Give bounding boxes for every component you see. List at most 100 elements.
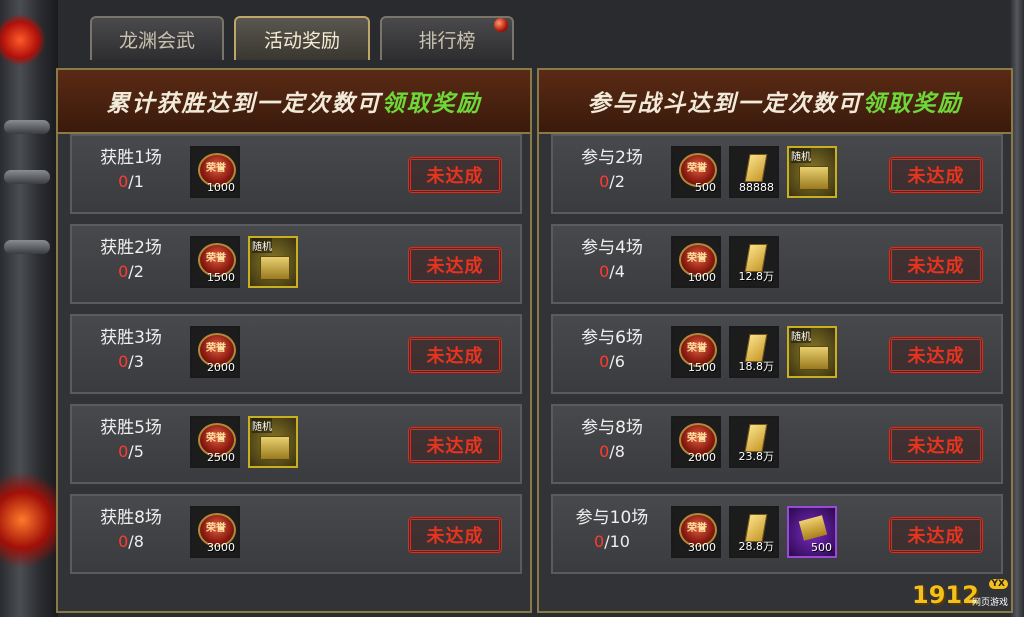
item-quantity: 3000 <box>688 541 716 554</box>
item-quantity: 28.8万 <box>738 540 775 553</box>
medal-glyph: 荣誉 <box>687 163 707 174</box>
reward-row: 参与6场 0/6 荣誉 1500 18.8万 随机 未达成 <box>551 314 1003 394</box>
item-quantity: 1000 <box>207 181 235 194</box>
medal-reward-icon[interactable]: 荣誉 2000 <box>671 416 721 468</box>
notification-dot-icon <box>494 18 508 32</box>
reward-row: 参与10场 0/10 荣誉 3000 28.8万 500 未达成 <box>551 494 1003 574</box>
panel-win-rewards: 累计获胜达到一定次数可 领取奖励 获胜1场 0/1 荣誉 1000 未达成 获胜2场 0/2 荣… <box>56 68 532 613</box>
medal-reward-icon[interactable]: 荣誉 2000 <box>190 326 240 378</box>
panel-title-text: 参与战斗达到一定次数可 <box>587 90 863 117</box>
progress-total: /8 <box>609 442 625 461</box>
medal-glyph: 荣誉 <box>687 343 707 354</box>
site-logo: 1912 YX 网页游戏 <box>912 577 1008 611</box>
medal-reward-icon[interactable]: 荣誉 3000 <box>190 506 240 558</box>
not-achieved-button[interactable]: 未达成 <box>889 337 983 373</box>
dragon-pillar-decoration <box>0 0 58 617</box>
medal-glyph: 荣誉 <box>206 343 226 354</box>
panel-title: 累计获胜达到一定次数可 领取奖励 <box>58 70 530 134</box>
reward-row: 获胜8场 0/8 荣誉 3000 未达成 <box>70 494 522 574</box>
pillar-ring <box>4 240 50 254</box>
ticket-reward-icon[interactable]: 88888 <box>729 146 779 198</box>
item-quantity: 1500 <box>688 361 716 374</box>
item-quantity: 18.8万 <box>738 360 775 373</box>
reward-condition-label: 获胜3场 <box>100 328 162 348</box>
chest-reward-icon[interactable]: 随机 <box>248 236 298 288</box>
tab-label: 排行榜 <box>418 29 476 52</box>
medal-glyph: 荣誉 <box>687 523 707 534</box>
progress-current: 0 <box>599 262 610 281</box>
progress-counter: 0/5 <box>72 442 190 461</box>
not-achieved-button[interactable]: 未达成 <box>408 157 502 193</box>
progress-current: 0 <box>118 442 129 461</box>
progress-total: /10 <box>604 532 630 551</box>
medal-reward-icon[interactable]: 荣誉 2500 <box>190 416 240 468</box>
scroll-reward-icon[interactable]: 500 <box>787 506 837 558</box>
reward-row: 获胜1场 0/1 荣誉 1000 未达成 <box>70 134 522 214</box>
progress-counter: 0/6 <box>553 352 671 371</box>
not-achieved-button[interactable]: 未达成 <box>889 157 983 193</box>
ticket-reward-icon[interactable]: 12.8万 <box>729 236 779 288</box>
panel-title-highlight: 领取奖励 <box>381 90 482 117</box>
progress-current: 0 <box>594 532 605 551</box>
progress-total: /3 <box>128 352 144 371</box>
tab-longyuan-huiwu[interactable]: 龙渊会武 <box>90 16 224 60</box>
medal-reward-icon[interactable]: 荣誉 500 <box>671 146 721 198</box>
medal-reward-icon[interactable]: 荣誉 3000 <box>671 506 721 558</box>
medal-reward-icon[interactable]: 荣誉 1000 <box>671 236 721 288</box>
tab-leaderboard[interactable]: 排行榜 <box>380 16 514 60</box>
progress-counter: 0/2 <box>553 172 671 191</box>
reward-condition-label: 参与4场 <box>581 238 643 258</box>
item-quantity: 500 <box>695 181 716 194</box>
reward-row: 参与4场 0/4 荣誉 1000 12.8万 未达成 <box>551 224 1003 304</box>
reward-row: 获胜5场 0/5 荣誉 2500 随机 未达成 <box>70 404 522 484</box>
ticket-reward-icon[interactable]: 18.8万 <box>729 326 779 378</box>
reward-row: 获胜3场 0/3 荣誉 2000 未达成 <box>70 314 522 394</box>
not-achieved-button[interactable]: 未达成 <box>408 517 502 553</box>
progress-current: 0 <box>118 532 129 551</box>
medal-reward-icon[interactable]: 荣誉 1000 <box>190 146 240 198</box>
progress-counter: 0/4 <box>553 262 671 281</box>
not-achieved-button[interactable]: 未达成 <box>889 517 983 553</box>
progress-counter: 0/8 <box>72 532 190 551</box>
ticket-reward-icon[interactable]: 28.8万 <box>729 506 779 558</box>
progress-total: /2 <box>128 262 144 281</box>
item-quantity: 500 <box>811 541 832 554</box>
progress-current: 0 <box>599 352 610 371</box>
ticket-reward-icon[interactable]: 23.8万 <box>729 416 779 468</box>
item-quantity: 2500 <box>207 451 235 464</box>
logo-number: 1912 <box>912 581 979 609</box>
not-achieved-button[interactable]: 未达成 <box>889 247 983 283</box>
medal-glyph: 荣誉 <box>687 253 707 264</box>
tab-activity-rewards[interactable]: 活动奖励 <box>234 16 370 60</box>
progress-total: /4 <box>609 262 625 281</box>
reward-row: 获胜2场 0/2 荣誉 1500 随机 未达成 <box>70 224 522 304</box>
progress-current: 0 <box>599 172 610 191</box>
item-quantity: 1000 <box>688 271 716 284</box>
panel-title-highlight: 领取奖励 <box>862 90 963 117</box>
chest-reward-icon[interactable]: 随机 <box>248 416 298 468</box>
progress-counter: 0/10 <box>553 532 671 551</box>
panel-title-text: 累计获胜达到一定次数可 <box>106 90 382 117</box>
medal-glyph: 荣誉 <box>206 523 226 534</box>
not-achieved-button[interactable]: 未达成 <box>889 427 983 463</box>
medal-glyph: 荣誉 <box>206 253 226 264</box>
progress-counter: 0/1 <box>72 172 190 191</box>
progress-total: /1 <box>128 172 144 191</box>
logo-badge: YX <box>988 579 1008 589</box>
not-achieved-button[interactable]: 未达成 <box>408 337 502 373</box>
medal-reward-icon[interactable]: 荣誉 1500 <box>671 326 721 378</box>
medal-reward-icon[interactable]: 荣誉 1500 <box>190 236 240 288</box>
item-quantity: 3000 <box>207 541 235 554</box>
reward-condition-label: 参与2场 <box>581 148 643 168</box>
not-achieved-button[interactable]: 未达成 <box>408 427 502 463</box>
progress-total: /6 <box>609 352 625 371</box>
not-achieved-button[interactable]: 未达成 <box>408 247 502 283</box>
reward-condition-label: 获胜5场 <box>100 418 162 438</box>
progress-current: 0 <box>118 352 129 371</box>
panel-participation-rewards: 参与战斗达到一定次数可 领取奖励 参与2场 0/2 荣誉 500 88888 随机 未达成 参与… <box>537 68 1013 613</box>
progress-current: 0 <box>599 442 610 461</box>
reward-condition-label: 获胜8场 <box>100 508 162 528</box>
chest-reward-icon[interactable]: 随机 <box>787 326 837 378</box>
pillar-ring <box>4 120 50 134</box>
chest-reward-icon[interactable]: 随机 <box>787 146 837 198</box>
